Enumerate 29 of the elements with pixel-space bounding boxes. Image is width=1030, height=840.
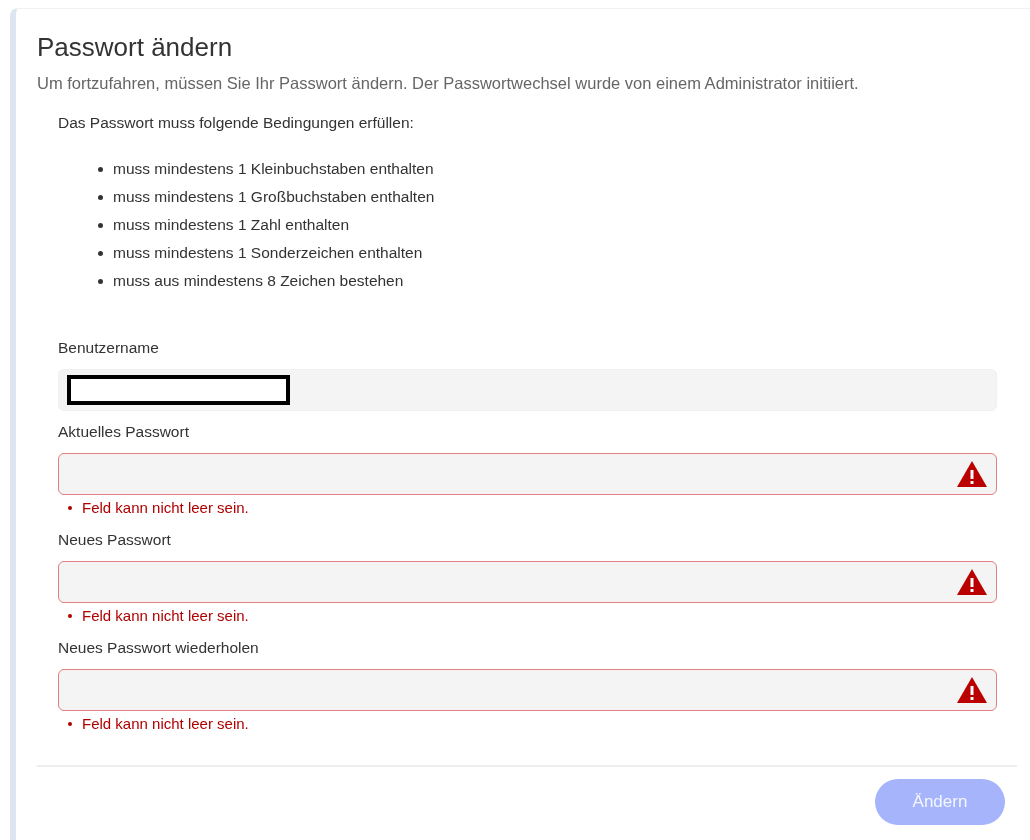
input-field[interactable] [58,561,997,603]
bullet-icon [98,250,103,256]
error-message: Feld kann nicht leer sein. [82,606,249,626]
input-field[interactable] [58,453,997,495]
field-label: Neues Passwort [58,530,172,550]
rule-text: muss mindestens 1 Zahl enthalten [113,215,350,235]
field-label: Neues Passwort wiederholen [58,638,260,658]
rule-text: muss mindestens 1 Sonderzeichen enthalten [113,243,423,263]
bullet-icon [98,194,103,200]
error-message: Feld kann nicht leer sein. [82,714,249,734]
bullet-icon [68,722,72,726]
rule-text: muss mindestens 1 Großbuchstaben enthalten [113,187,435,207]
bullet-icon [98,222,103,228]
error-message: Feld kann nicht leer sein. [82,498,249,518]
field-label: Benutzername [58,338,160,358]
intro-text: Um fortzufahren, müssen Sie Ihr Passwort ändern. Der Passwortwechsel wurde von einem Administrator initiiert. [37,73,860,94]
field-label: Aktuelles Passwort [58,422,190,442]
warning-icon [956,568,988,596]
warning-icon [956,460,988,488]
rules-heading: Das Passwort muss folgende Bedingungen erfüllen: [58,113,415,133]
bullet-icon [98,166,103,172]
bullet-icon [68,506,72,510]
rule-text: muss aus mindestens 8 Zeichen bestehen [113,271,404,291]
warning-icon [956,676,988,704]
input-field[interactable] [58,669,997,711]
bullet-icon [68,614,72,618]
dialog-title: Passwort ändern [37,31,234,64]
rule-text: muss mindestens 1 Kleinbuchstaben enthalten [113,159,434,179]
bullet-icon [98,278,103,284]
